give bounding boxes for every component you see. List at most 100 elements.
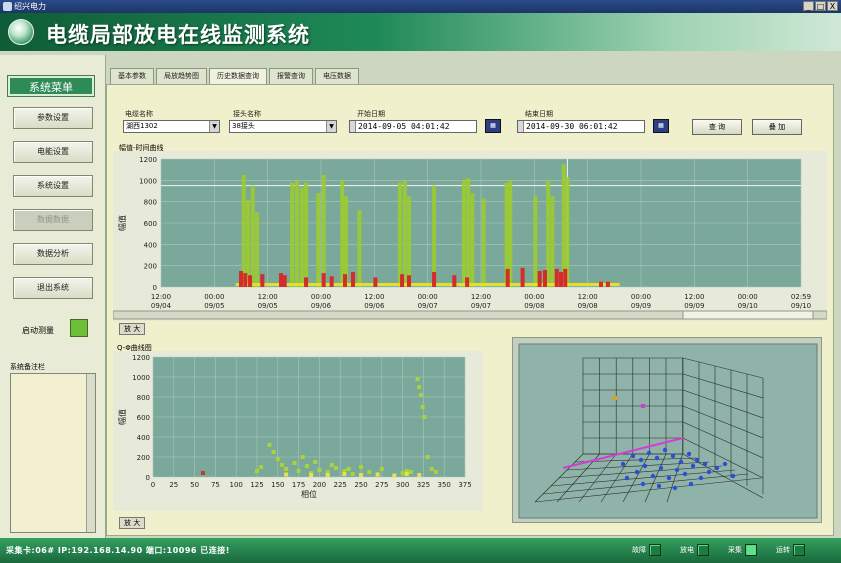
running-indicator: 运转 bbox=[776, 544, 805, 556]
phase-point bbox=[418, 393, 423, 397]
alarm-bar bbox=[243, 273, 248, 287]
joint-name-label: 接头名称 bbox=[233, 110, 261, 118]
3d-scatter-panel[interactable] bbox=[512, 337, 822, 523]
y-tick-label: 800 bbox=[144, 199, 157, 207]
alarm-bar bbox=[304, 277, 309, 287]
alarm-bar bbox=[465, 277, 470, 287]
history-data-button[interactable]: 数据数据 bbox=[13, 209, 93, 231]
alarm-bar bbox=[554, 268, 559, 287]
query-button[interactable]: 查 询 bbox=[692, 119, 742, 135]
phase-point bbox=[267, 443, 272, 447]
alarm-bar bbox=[559, 272, 563, 287]
phase-point bbox=[359, 465, 363, 469]
x-axis-label: 相位 bbox=[301, 489, 317, 499]
cable-name-label: 电缆名称 bbox=[125, 110, 153, 118]
x-tick-label: 375 bbox=[458, 481, 471, 489]
3d-point bbox=[682, 471, 688, 477]
3d-point-highlight bbox=[613, 396, 617, 400]
amplitude-bar bbox=[290, 182, 295, 287]
minimize-button[interactable]: _ bbox=[803, 1, 814, 11]
start-date-spinner[interactable] bbox=[350, 121, 356, 132]
x-tick-time: 12:00 bbox=[684, 293, 704, 301]
remarks-scrollbar[interactable] bbox=[86, 374, 95, 532]
data-analysis-button[interactable]: 数据分析 bbox=[13, 243, 93, 265]
alarm-bar bbox=[599, 281, 603, 287]
app-title: 电缆局部放电在线监测系统 bbox=[46, 23, 310, 47]
phase-point bbox=[304, 464, 309, 468]
phase-point bbox=[334, 466, 339, 470]
alarm-bar bbox=[279, 273, 283, 287]
connection-status: 采集卡:06# IP:192.168.14.90 端口:10096 已连接! bbox=[6, 546, 230, 555]
3d-scatter-svg bbox=[518, 343, 818, 519]
end-calendar-icon[interactable]: ▦ bbox=[653, 119, 669, 133]
phase-chart-zoom-button[interactable]: 放 大 bbox=[119, 517, 146, 529]
phase-point bbox=[359, 473, 363, 477]
alarm-bar bbox=[239, 271, 243, 287]
x-tick-date: 09/07 bbox=[471, 302, 491, 310]
overlay-button[interactable]: 叠 加 bbox=[752, 119, 802, 135]
tab-basic-params[interactable]: 基本参数 bbox=[110, 68, 154, 84]
y-tick-label: 400 bbox=[137, 434, 150, 442]
end-date-spinner[interactable] bbox=[518, 121, 524, 132]
amplitude-bar bbox=[407, 196, 411, 287]
3d-point bbox=[620, 461, 626, 467]
x-tick-label: 100 bbox=[230, 481, 243, 489]
alarm-bar bbox=[260, 274, 265, 287]
param-settings-button[interactable]: 参数设置 bbox=[13, 107, 93, 129]
phase-point bbox=[420, 405, 425, 409]
y-tick-label: 1000 bbox=[139, 177, 157, 185]
alarm-bar bbox=[452, 275, 457, 287]
y-tick-label: 0 bbox=[153, 284, 157, 292]
tab-alarm-query[interactable]: 报警查询 bbox=[269, 68, 313, 84]
phase-point bbox=[429, 467, 434, 471]
phase-point bbox=[375, 472, 380, 477]
maximize-button[interactable]: □ bbox=[815, 1, 826, 11]
phase-point bbox=[279, 463, 284, 467]
time-chart[interactable]: 0 200 400 600 800 1000 1200 12:00 09/04 00:00 09/0… bbox=[112, 151, 828, 321]
phase-point bbox=[255, 469, 259, 473]
close-button[interactable]: X bbox=[827, 1, 838, 11]
phase-point bbox=[408, 470, 413, 474]
start-date-field[interactable]: 2014-09-05 04:01:42 bbox=[349, 120, 477, 133]
time-chart-zoom-button[interactable]: 放 大 bbox=[119, 323, 146, 335]
tab-bar: 基本参数 局放趋势图 历史数据查询 报警查询 电压数据 bbox=[106, 68, 359, 84]
x-tick-date: 09/06 bbox=[311, 302, 332, 310]
amplitude-bar bbox=[533, 196, 538, 287]
x-tick-time: 00:00 bbox=[631, 293, 651, 301]
x-tick-time: 12:00 bbox=[578, 293, 598, 301]
end-date-value: 2014-09-30 06:01:42 bbox=[526, 122, 618, 131]
3d-point bbox=[688, 481, 694, 487]
tab-history-query[interactable]: 历史数据查询 bbox=[209, 68, 267, 84]
x-tick-date: 09/07 bbox=[418, 302, 438, 310]
start-measure-toggle[interactable] bbox=[70, 319, 88, 337]
phase-point bbox=[325, 473, 330, 477]
alarm-bar bbox=[605, 281, 610, 287]
exit-system-button[interactable]: 退出系统 bbox=[13, 277, 93, 299]
power-settings-button[interactable]: 电能设置 bbox=[13, 141, 93, 163]
app-icon bbox=[3, 2, 12, 11]
tab-voltage-data[interactable]: 电压数据 bbox=[315, 68, 359, 84]
phase-point bbox=[296, 469, 301, 473]
3d-point bbox=[646, 450, 652, 456]
amplitude-bar bbox=[357, 210, 362, 287]
x-tick-label: 200 bbox=[313, 481, 326, 489]
3d-point bbox=[638, 457, 644, 463]
start-calendar-icon[interactable]: ▦ bbox=[485, 119, 501, 133]
x-tick-date: 09/10 bbox=[738, 302, 758, 310]
phase-point bbox=[425, 455, 430, 459]
x-tick-date: 09/05 bbox=[258, 302, 278, 310]
alarm-bar bbox=[329, 276, 334, 287]
x-tick-label: 300 bbox=[396, 481, 409, 489]
tab-pd-trend[interactable]: 局放趋势图 bbox=[156, 68, 207, 84]
remarks-textarea[interactable] bbox=[10, 373, 96, 533]
phase-chart[interactable]: 0 200 400 600 800 1000 1200 0 25 50 75 100 125 150 175… bbox=[113, 351, 483, 511]
alarm-bar bbox=[343, 274, 347, 287]
start-date-label: 开始日期 bbox=[357, 110, 385, 118]
system-settings-button[interactable]: 系统设置 bbox=[13, 175, 93, 197]
cable-name-select[interactable]: 湖西1302 ▼ bbox=[123, 120, 220, 133]
joint-name-select[interactable]: 38接头 ▼ bbox=[229, 120, 337, 133]
x-tick-label: 250 bbox=[354, 481, 367, 489]
x-tick-label: 225 bbox=[334, 481, 347, 489]
end-date-field[interactable]: 2014-09-30 06:01:42 bbox=[517, 120, 645, 133]
3d-point bbox=[706, 469, 712, 475]
